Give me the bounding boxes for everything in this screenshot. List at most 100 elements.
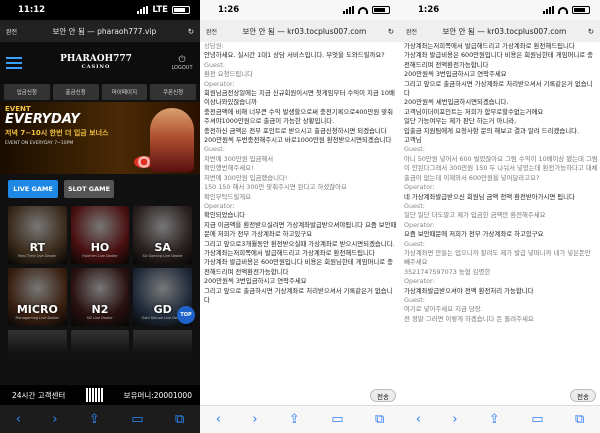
chat-speaker-label: Operator: xyxy=(404,277,435,286)
game-tile-name: N2 xyxy=(91,303,109,316)
chat-speaker-label: 상담원: xyxy=(204,42,224,50)
live-game-button[interactable]: LIVE GAME xyxy=(8,180,58,198)
reader-label[interactable]: 완전 xyxy=(406,27,417,36)
chat-message: 확인부탁드릴게요 xyxy=(204,192,252,201)
chat-message: 150 150 해서 300만 맞춰주시면 된다고 하셨잖아요 xyxy=(204,183,347,192)
support-label[interactable]: 24시간 고객센터 xyxy=(12,390,65,401)
game-tile-partial[interactable] xyxy=(8,330,67,354)
chat-message: 가상계좌는저희쪽에서 발급해드리고 가상계좌로 환전해드립니다 xyxy=(404,42,575,50)
share-icon[interactable]: ⇪ xyxy=(89,412,100,427)
game-tile[interactable]: SA SA Gaming Live Dealer xyxy=(133,206,192,264)
event-banner[interactable]: EVENT EVERYDAY 저녁 7~10시 한번 더 입금 보너스 EVEN… xyxy=(0,102,200,174)
chat-message: 입출금 지원팀에게 요청사항 문의 해보고 결과 알려 드리겠습니다. xyxy=(404,126,579,135)
reader-label[interactable]: 완전 xyxy=(6,27,17,36)
logout-button[interactable]: ⏻ LOGOUT xyxy=(170,55,194,71)
chat-message: 200만원씩 두번충전해주시고 바로1000만원 환전받으시면되겠습니다 xyxy=(204,136,392,145)
game-tile-name: MICRO xyxy=(16,303,58,316)
chat-message: 그리고 앞으로 출금하시면 가상계좌로 처리받으셔서 기록같은거 없습니다 xyxy=(404,79,593,98)
send-button[interactable]: 전송 xyxy=(570,389,596,402)
game-tile[interactable]: MICRO Microgaming Live Dealer xyxy=(8,268,67,326)
address-bar[interactable]: 완전 보안 안 됨 — kr03.tocplus007.com ↻ xyxy=(200,20,400,42)
chat-message: 가상계좌는저희쪽에서 발급해드리고 가상계좌로 환전해드립니다 xyxy=(204,248,375,257)
chat-message: 환전 요청드립니다 xyxy=(204,70,254,79)
url-text[interactable]: 보안 안 됨 — kr03.tocplus007.com xyxy=(221,26,388,37)
dealer-image xyxy=(150,108,194,172)
chat-message: 가상계좌면 만들는 업으니까 잘려도 제가 발급 넣떠니까 내가 넣은돈만 빼주… xyxy=(404,248,591,267)
chat-speaker-label: Guest: xyxy=(404,295,425,304)
back-icon[interactable]: ‹ xyxy=(416,412,421,427)
reader-label[interactable]: 완전 xyxy=(206,27,217,36)
browser-toolbar: ‹ › ⇪ ▭ ⧉ xyxy=(400,405,600,433)
signal-icon xyxy=(137,6,149,14)
reload-icon[interactable]: ↻ xyxy=(588,27,594,36)
forward-icon[interactable]: › xyxy=(252,412,257,427)
share-icon[interactable]: ⇪ xyxy=(289,412,300,427)
nav-tab-deposit[interactable]: 입금신청 xyxy=(4,84,50,100)
nav-tab-withdraw[interactable]: 출금신청 xyxy=(52,84,99,100)
game-tile[interactable]: HO Hold'em Live Dealer xyxy=(70,206,130,264)
menu-icon[interactable] xyxy=(6,57,22,69)
nav-tab-coupon[interactable]: 쿠폰신청 xyxy=(150,84,196,100)
logo-title: PHARAOH777 xyxy=(60,54,132,65)
chat-message: 회원님금전상일에는 지금 신규회원이시면 첫게임부터 수익이 지금 10배이상나… xyxy=(204,89,395,107)
chat-message: 가상계좌 발급비용은 600만원입니다 비용은 회원님한테 게임머니로 충전해드… xyxy=(404,51,594,69)
chat-message: 3521747597073 농협 김명한 xyxy=(404,267,491,276)
chat-speaker-label: Operator: xyxy=(204,201,235,210)
bookmarks-icon[interactable]: ▭ xyxy=(331,412,343,427)
game-type-buttons: LIVE GAME SLOT GAME xyxy=(8,180,114,198)
back-icon[interactable]: ‹ xyxy=(16,412,21,427)
logo-subtitle: CASINO xyxy=(81,64,111,71)
bookmarks-icon[interactable]: ▭ xyxy=(531,412,543,427)
tabs-icon[interactable]: ⧉ xyxy=(175,412,184,427)
chat-speaker-label: Operator: xyxy=(404,183,435,192)
send-button[interactable]: 전송 xyxy=(370,389,396,402)
chat-message: 처번에 300만원 입금해서 xyxy=(204,154,274,163)
browser-toolbar: ‹ › ⇪ ▭ ⧉ xyxy=(0,405,200,433)
chat-message: 가상계좌발급받으셔야 전액 환전처리 가능합니다 xyxy=(404,286,534,295)
chat-message: 일단 가능여부는 제가 판단 하는거 아니라, xyxy=(404,117,517,126)
site-footer: 24시간 고객센터 보유머니:20001000 xyxy=(0,385,200,405)
game-tile-partial[interactable] xyxy=(70,330,130,354)
chat-speaker-label: Guest: xyxy=(204,60,225,69)
address-bar[interactable]: 완전 보안 안 됨 — pharaoh777.vip ↻ xyxy=(0,20,200,42)
game-tile[interactable]: N2 N2 Live Dealer xyxy=(70,268,130,326)
game-tile-subtitle: N2 Live Dealer xyxy=(87,316,113,320)
url-text[interactable]: 보안 안 됨 — pharaoh777.vip xyxy=(21,26,188,37)
chat-speaker-label: Operator: xyxy=(204,79,235,88)
game-tile-partial[interactable] xyxy=(133,330,192,354)
casino-screenshot: 11:12 LTE 완전 보안 안 됨 — pharaoh777.vip ↻ P… xyxy=(0,0,200,433)
chat-message: 여기로 넣어주세요 지금 당장. xyxy=(404,305,483,314)
slot-game-button[interactable]: SLOT GAME xyxy=(64,180,114,198)
chat-message: 지금 이금액을 환전받으실려면 가상계좌발급받으셔야됩니다 요즘 보안때문에 저… xyxy=(204,220,397,239)
tabs-icon[interactable]: ⧉ xyxy=(375,412,384,427)
chat-message: 충전금액에 비해 너무큰 수익 발생할으로써 충전기록으로400만원 맞춰주셔야… xyxy=(204,107,394,126)
nav-tab-mypage[interactable]: 마이페이지 xyxy=(101,84,148,100)
chat-message: 네 가상계좌발급받으신 회원님 금액 전액 환전받아가시면 됩니다 xyxy=(404,192,575,201)
reload-icon[interactable]: ↻ xyxy=(188,27,194,36)
top-button[interactable]: TOP xyxy=(177,306,195,324)
url-text[interactable]: 보안 안 됨 — kr03.tocplus007.com xyxy=(421,26,588,37)
address-bar[interactable]: 완전 보안 안 됨 — kr03.tocplus007.com ↻ xyxy=(400,20,600,42)
site-logo[interactable]: PHARAOH777 CASINO xyxy=(22,54,170,71)
chat-message: 200만원씩 3번입금하시고 연락주세요 xyxy=(404,70,507,79)
logout-icon: ⏻ xyxy=(178,55,186,65)
reload-icon[interactable]: ↻ xyxy=(388,27,394,36)
network-type: LTE xyxy=(152,5,168,15)
chat-log: 상담원: 안녕하세요. 실시간 1대1 상담 서비스입니다. 무엇을 도와드릴까요… xyxy=(204,42,398,393)
forward-icon[interactable]: › xyxy=(452,412,457,427)
chat-message: 일단 일단 더도말고 제가 입금한 금액만 환전해주세요 xyxy=(404,211,546,220)
chat-screenshot-1: 1:26 완전 보안 안 됨 — kr03.tocplus007.com ↻ 상… xyxy=(200,0,400,433)
chat-message: 전 정말 그러면 이렇게 하겠습니다 돈 돌려주세요 xyxy=(404,314,534,323)
back-icon[interactable]: ‹ xyxy=(216,412,221,427)
share-icon[interactable]: ⇪ xyxy=(489,412,500,427)
status-bar: 1:26 xyxy=(200,0,400,20)
forward-icon[interactable]: › xyxy=(52,412,57,427)
chat-speaker-label: Guest: xyxy=(404,239,425,248)
chat-message: 고객님 xyxy=(404,136,422,145)
bookmarks-icon[interactable]: ▭ xyxy=(131,412,143,427)
chat-log: 가상계좌는저희쪽에서 발급해드리고 가상계좌로 환전해드립니다 가상계좌 발급비용… xyxy=(404,42,598,393)
chat-message: 그리고 앞으로3개월동안 환전받으실때 가상계좌로 받으시면되겠습니다. xyxy=(204,239,395,248)
game-tile[interactable]: RT Real Time Live Dealer xyxy=(8,206,67,264)
tabs-icon[interactable]: ⧉ xyxy=(575,412,584,427)
game-tile-name: GD xyxy=(153,303,172,316)
